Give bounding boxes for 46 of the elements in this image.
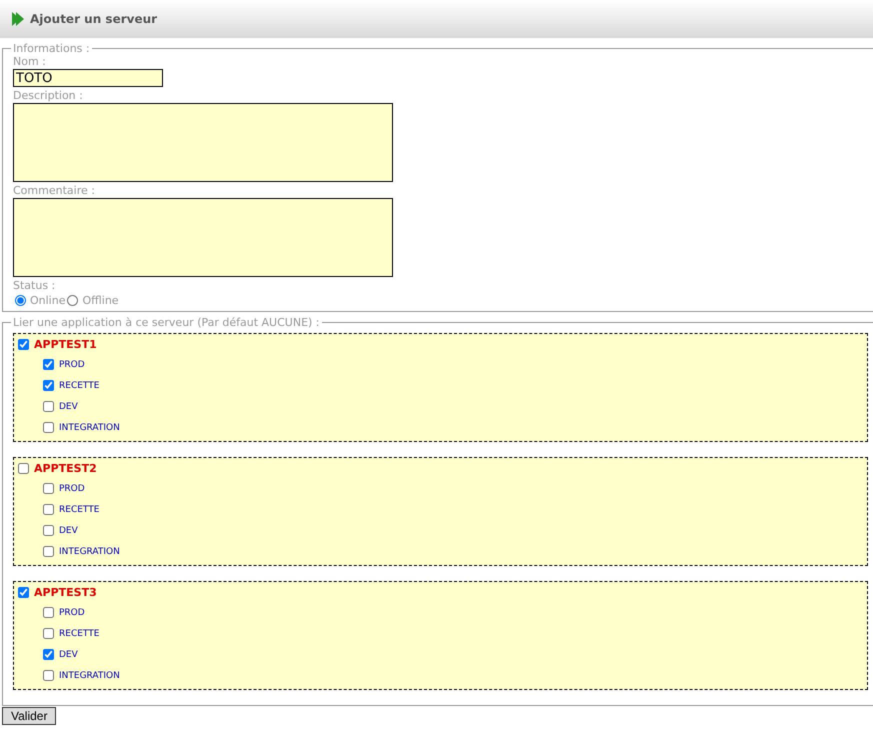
environment-label: RECETTE — [59, 628, 100, 638]
checkbox[interactable] — [43, 628, 54, 639]
checkbox[interactable] — [43, 483, 54, 494]
environment-label: PROD — [59, 608, 85, 618]
environment-label: INTEGRATION — [59, 546, 120, 556]
checkbox[interactable] — [43, 607, 54, 618]
fieldset-legend: Lier une application à ce serveur (Par défaut AUCUNE) : — [11, 316, 322, 329]
environment-label: DEV — [59, 526, 78, 536]
page-title: Ajouter un serveur — [30, 12, 158, 26]
environment-label: PROD — [59, 360, 85, 370]
radio-button[interactable] — [15, 295, 26, 306]
submit-button[interactable]: Valider — [2, 707, 56, 725]
environment-label: PROD — [59, 484, 85, 494]
environment-label: INTEGRATION — [59, 422, 120, 432]
fieldset-legend: Informations : — [11, 42, 92, 55]
application-name: APPTEST3 — [34, 586, 97, 598]
checkbox[interactable] — [18, 338, 29, 350]
application-name: APPTEST2 — [34, 462, 97, 474]
field-label: Nom : — [13, 55, 47, 68]
application-name: APPTEST1 — [34, 338, 97, 350]
radio-button[interactable] — [67, 295, 78, 306]
checkbox[interactable] — [43, 649, 54, 660]
checkbox[interactable] — [18, 586, 29, 598]
checkbox[interactable] — [43, 380, 54, 391]
field-label: Commentaire : — [13, 184, 96, 197]
environment-label: RECETTE — [59, 504, 100, 514]
text-area[interactable] — [13, 198, 393, 277]
radio-label: Online — [30, 294, 66, 307]
radio-label: Offline — [82, 294, 119, 307]
field-label: Status : — [13, 279, 56, 292]
environment-label: DEV — [59, 402, 78, 412]
environment-label: DEV — [59, 650, 78, 660]
double-arrow-icon — [12, 12, 24, 26]
checkbox[interactable] — [43, 422, 54, 433]
checkbox[interactable] — [43, 359, 54, 370]
checkbox[interactable] — [18, 462, 29, 474]
checkbox[interactable] — [43, 504, 54, 515]
checkbox[interactable] — [43, 525, 54, 536]
text-area[interactable] — [13, 103, 393, 182]
environment-label: INTEGRATION — [59, 670, 120, 680]
environment-label: RECETTE — [59, 380, 100, 390]
field-label: Description : — [13, 89, 84, 102]
checkbox[interactable] — [43, 546, 54, 557]
name-field[interactable]: TOTO — [13, 69, 163, 87]
checkbox[interactable] — [43, 670, 54, 681]
checkbox[interactable] — [43, 401, 54, 412]
